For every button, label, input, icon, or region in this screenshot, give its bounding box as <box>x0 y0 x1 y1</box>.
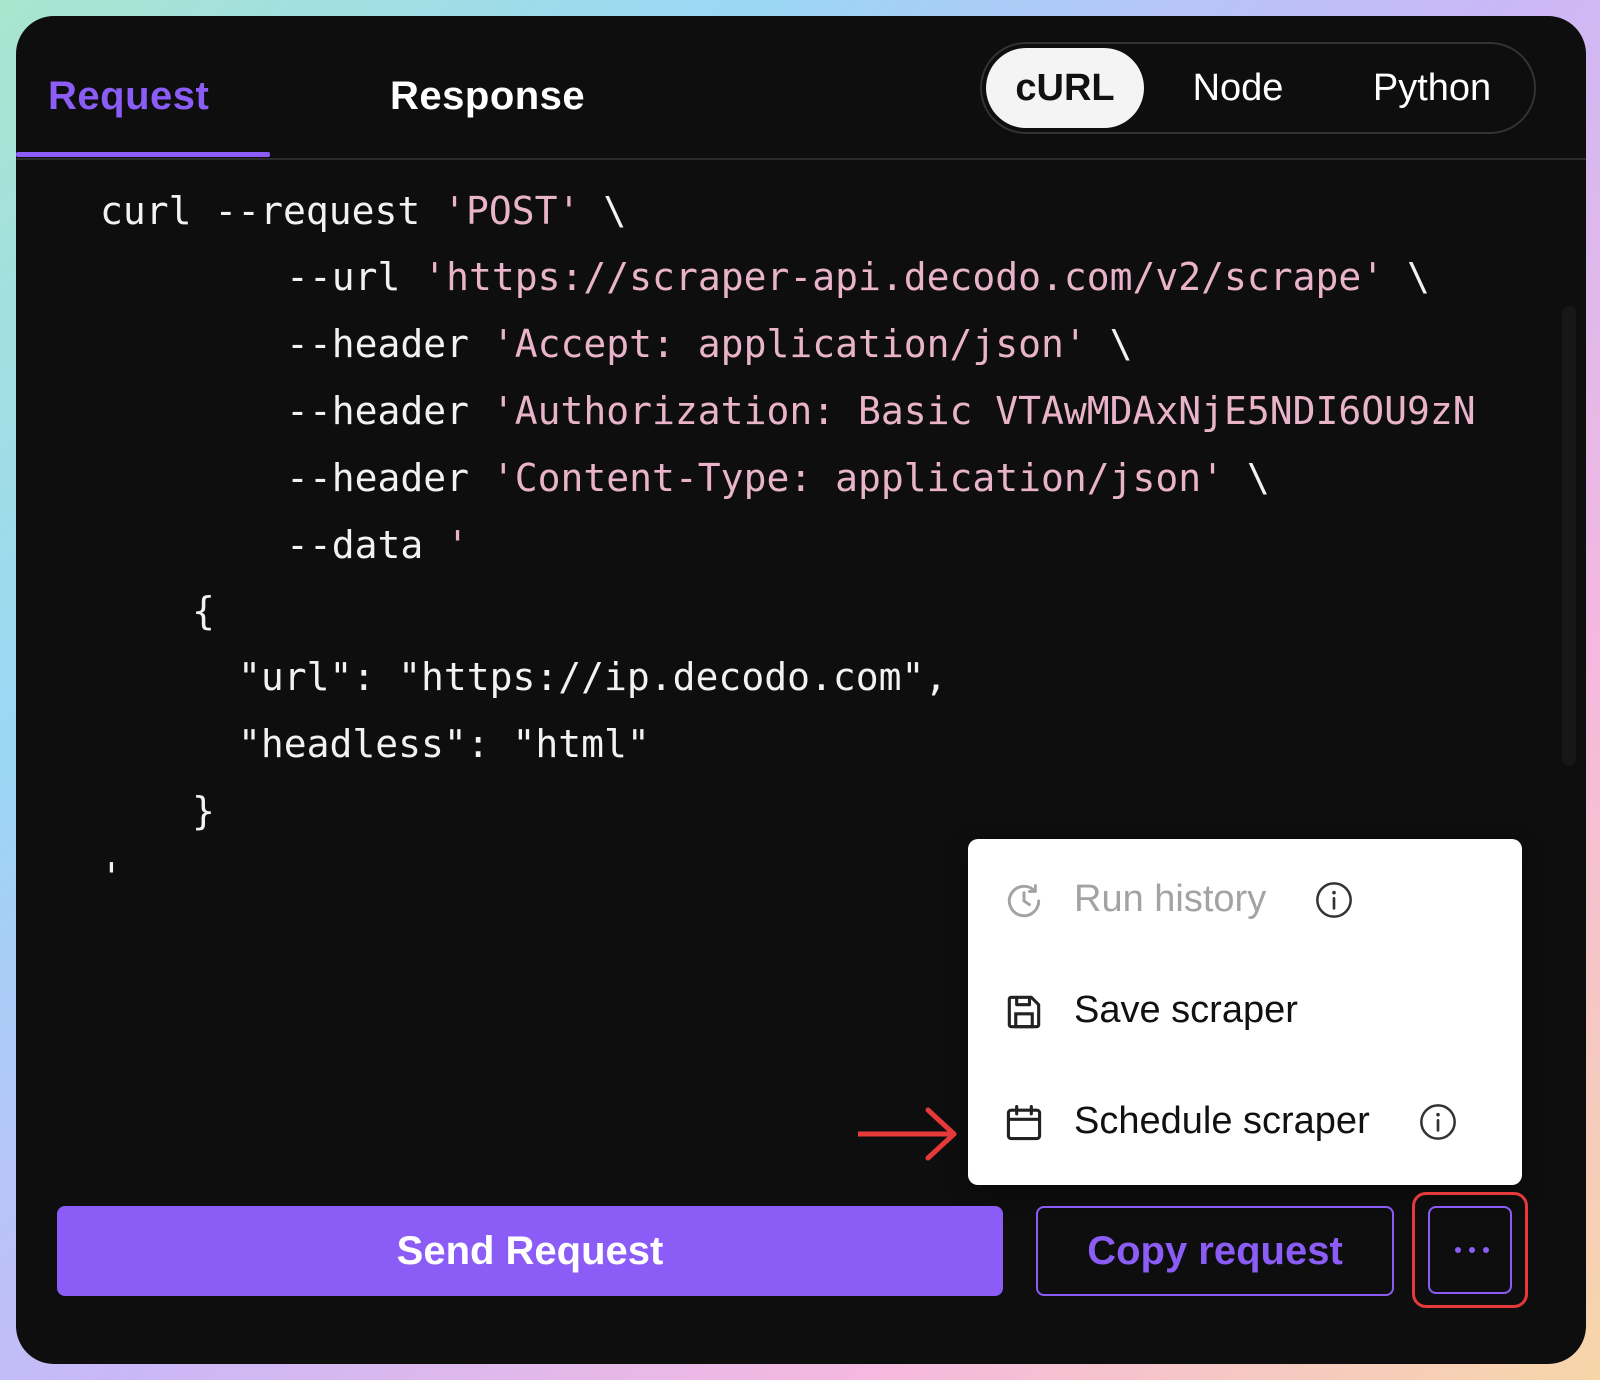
menu-item-label: Schedule scraper <box>1074 1100 1370 1142</box>
lang-option-node[interactable]: Node <box>1164 44 1312 132</box>
menu-item-run-history[interactable]: Run history <box>968 849 1522 949</box>
lang-option-python[interactable]: Python <box>1342 44 1522 132</box>
info-icon[interactable] <box>1418 1102 1458 1142</box>
ellipsis-icon <box>1455 1247 1489 1253</box>
code-string: 'Accept: application/json' <box>491 322 1087 366</box>
menu-item-schedule-scraper[interactable]: Schedule scraper <box>968 1071 1522 1171</box>
more-options-button[interactable] <box>1428 1206 1512 1294</box>
info-icon[interactable] <box>1314 880 1354 920</box>
menu-item-label: Save scraper <box>1074 989 1298 1031</box>
code-string: 'Authorization: Basic VTAwMDAxNjE5NDI6OU… <box>491 389 1476 433</box>
request-response-tabs: Request Response cURL Node Python <box>16 16 1586 160</box>
code-line: curl --request 'POST' \ <box>100 186 626 236</box>
menu-item-save-scraper[interactable]: Save scraper <box>968 960 1522 1060</box>
code-line: --header 'Content-Type: application/json… <box>286 453 1270 503</box>
tab-response[interactable]: Response <box>390 74 585 119</box>
code-token: --header <box>286 322 492 366</box>
code-token: \ <box>1384 255 1430 299</box>
code-string: 'https://scraper-api.decodo.com/v2/scrap… <box>423 255 1385 299</box>
api-playground-panel: Request Response cURL Node Python curl -… <box>16 16 1586 1364</box>
tab-request[interactable]: Request <box>48 74 209 119</box>
code-line: } <box>192 789 215 833</box>
menu-item-label: Run history <box>1074 878 1267 920</box>
code-string: ' <box>446 523 470 567</box>
code-line: ' <box>100 855 123 899</box>
copy-request-button[interactable]: Copy request <box>1036 1206 1394 1296</box>
code-line: { <box>192 589 215 633</box>
lang-option-curl[interactable]: cURL <box>986 48 1144 128</box>
annotation-arrow-icon <box>858 1107 957 1161</box>
active-tab-indicator <box>16 152 270 157</box>
code-line: --url 'https://scraper-api.decodo.com/v2… <box>286 252 1430 302</box>
code-token: \ <box>1086 322 1133 366</box>
code-token: --data <box>286 523 447 567</box>
code-token: --header <box>286 456 492 500</box>
code-token: --header <box>286 389 492 433</box>
code-line: --data ' <box>286 520 469 570</box>
code-token: curl --request <box>100 189 444 233</box>
more-options-menu: Run history Save scraper Schedule scrape… <box>968 839 1522 1185</box>
clock-history-icon <box>1007 884 1041 918</box>
code-line: --header 'Authorization: Basic VTAwMDAxN… <box>286 386 1476 436</box>
code-token: \ <box>580 189 627 233</box>
send-request-button[interactable]: Send Request <box>57 1206 1003 1296</box>
code-token: \ <box>1224 456 1270 500</box>
save-floppy-icon <box>1007 995 1041 1029</box>
code-string: 'Content-Type: application/json' <box>491 456 1224 500</box>
code-block[interactable]: curl --request 'POST' \ --url 'https://s… <box>16 186 1516 916</box>
code-token: --url <box>286 255 424 299</box>
code-scrollbar[interactable] <box>1562 306 1576 766</box>
code-line: "url": "https://ip.decodo.com", <box>238 655 948 699</box>
code-line: "headless": "html" <box>238 722 650 766</box>
calendar-icon <box>1006 1104 1042 1141</box>
language-switcher: cURL Node Python <box>980 42 1536 134</box>
code-string: 'POST' <box>443 189 581 233</box>
code-line: --header 'Accept: application/json' \ <box>286 319 1133 369</box>
